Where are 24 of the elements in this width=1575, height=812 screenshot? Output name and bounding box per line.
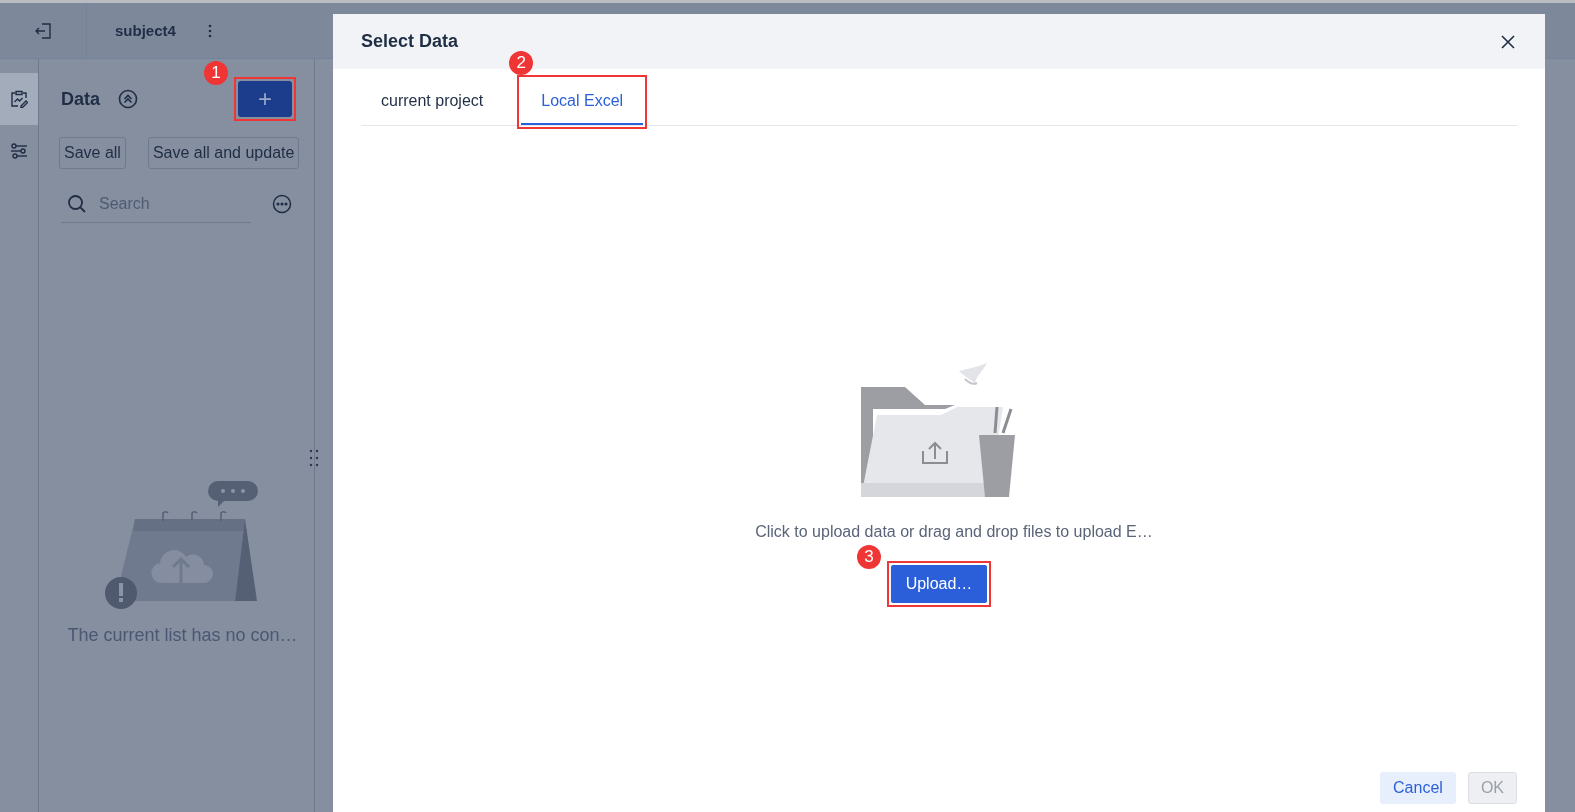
upload-hint: Click to upload data or drag and drop files to upload E…: [755, 523, 1153, 541]
sliders-icon: [10, 142, 28, 160]
more-vertical-icon[interactable]: [207, 23, 212, 38]
step-badge: 2: [509, 51, 534, 75]
save-all-button[interactable]: Save all: [59, 137, 126, 169]
close-icon[interactable]: [1501, 34, 1515, 49]
exit-icon[interactable]: [34, 21, 52, 40]
empty-message: The current list has no con…: [67, 625, 298, 646]
upload-button[interactable]: Upload…: [891, 565, 987, 603]
project-title: subject4: [115, 22, 176, 39]
dialog-title: Select Data: [361, 31, 459, 52]
cancel-button[interactable]: Cancel: [1380, 772, 1456, 804]
tab[interactable]: current project: [361, 79, 504, 125]
step-badge: 1: [204, 61, 228, 85]
clipboard-chart-icon: [10, 90, 28, 108]
search-icon: [67, 193, 87, 214]
collapse-icon[interactable]: [118, 89, 138, 109]
tab[interactable]: Local Excel: [521, 79, 644, 125]
add-button[interactable]: +: [238, 81, 292, 117]
drag-handle-icon[interactable]: [309, 449, 319, 467]
panel-title: Data: [61, 88, 100, 110]
more-options-icon[interactable]: [272, 194, 292, 214]
save-update-button[interactable]: Save all and update: [147, 137, 300, 169]
step-badge: 3: [857, 545, 881, 569]
